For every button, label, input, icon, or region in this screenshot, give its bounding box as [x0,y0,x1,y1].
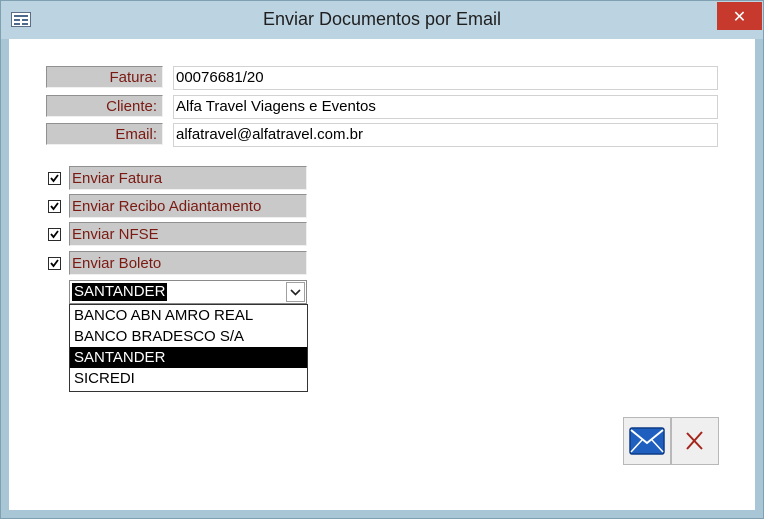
bank-dropdown-list[interactable]: BANCO ABN AMRO REAL BANCO BRADESCO S/A S… [69,304,308,392]
window-title: Enviar Documentos por Email [262,9,502,29]
checkmark-icon [50,202,59,211]
bank-option[interactable]: SICREDI [70,368,307,389]
checkmark-icon [50,230,59,239]
close-icon: ✕ [732,6,747,26]
send-nfse-checkbox[interactable] [48,228,61,241]
send-receipt-checkbox[interactable] [48,200,61,213]
envelope-icon [629,427,665,455]
send-boleto-label[interactable]: Enviar Boleto [69,251,307,275]
chevron-down-icon [290,289,301,296]
dialog-window: Enviar Documentos por Email ✕ Fatura: 00… [0,0,764,519]
invoice-label: Fatura: [46,66,163,88]
bank-option[interactable]: BANCO BRADESCO S/A [70,326,307,347]
send-invoice-checkbox[interactable] [48,172,61,185]
send-boleto-checkbox[interactable] [48,257,61,270]
client-field[interactable]: Alfa Travel Viagens e Eventos [173,95,718,119]
title-bar[interactable]: Enviar Documentos por Email ✕ [1,1,763,39]
bank-select-value: SANTANDER [72,283,168,301]
bank-option[interactable]: BANCO ABN AMRO REAL [70,305,307,326]
bank-select[interactable]: SANTANDER [69,280,307,304]
cancel-button[interactable] [671,417,719,465]
checkmark-icon [50,259,59,268]
email-field[interactable]: alfatravel@alfatravel.com.br [173,123,718,147]
x-icon [686,431,703,450]
form-body: Fatura: 00076681/20 Cliente: Alfa Travel… [9,39,755,510]
bank-option-selected[interactable]: SANTANDER [70,347,307,368]
send-email-button[interactable] [623,417,671,465]
email-label: Email: [46,123,163,145]
send-receipt-label[interactable]: Enviar Recibo Adiantamento [69,194,307,218]
client-label: Cliente: [46,95,163,117]
invoice-field[interactable]: 00076681/20 [173,66,718,90]
send-invoice-label[interactable]: Enviar Fatura [69,166,307,190]
checkmark-icon [50,174,59,183]
send-nfse-label[interactable]: Enviar NFSE [69,222,307,246]
dropdown-button[interactable] [286,282,305,302]
close-button[interactable]: ✕ [717,2,762,30]
